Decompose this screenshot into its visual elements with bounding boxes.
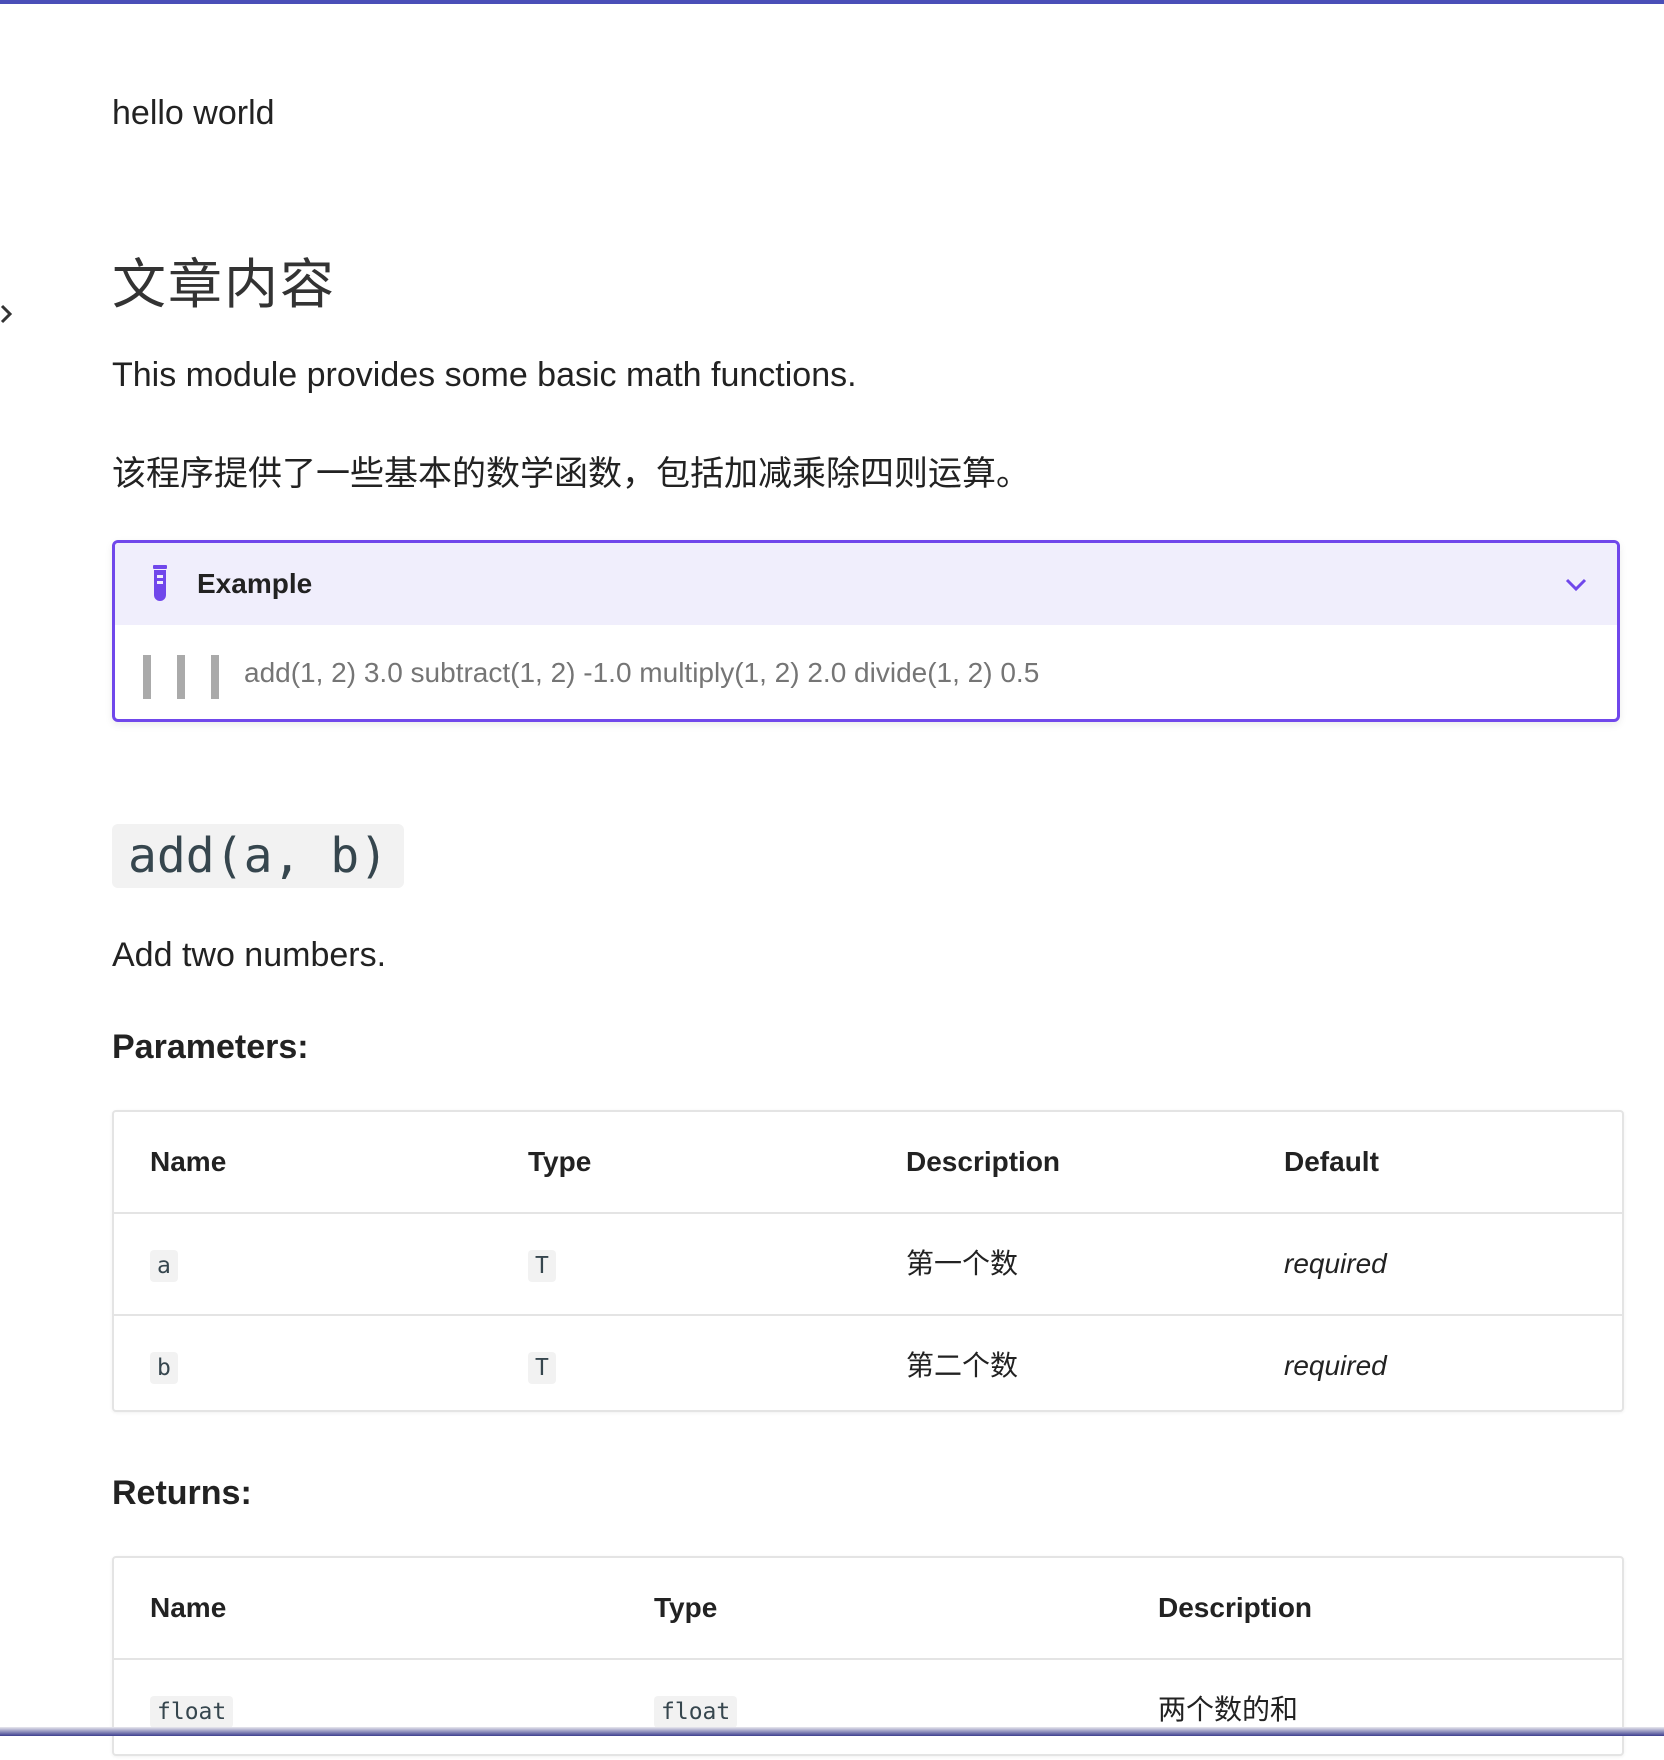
param-description: 第二个数 (906, 1349, 1019, 1382)
table-header-row: Name Type Description Default (114, 1112, 1622, 1214)
return-description: 两个数的和 (1158, 1693, 1299, 1726)
example-body: add(1, 2) 3.0 subtract(1, 2) -1.0 multip… (115, 625, 1617, 719)
table-row: b T 第二个数 required (114, 1316, 1622, 1416)
parameters-table: Name Type Description Default a T 第一个数 r… (112, 1110, 1624, 1412)
page-title: 文章内容 (112, 253, 336, 316)
module-description-en: This module provides some basic math fun… (112, 356, 857, 394)
example-admonition-header[interactable]: Example (115, 543, 1617, 625)
param-name: b (150, 1351, 178, 1384)
param-type-cell: T (528, 1214, 556, 1314)
chevron-down-icon[interactable] (1563, 571, 1589, 597)
example-admonition: Example add(1, 2) 3.0 subtract(1, 2) -1.… (112, 540, 1620, 722)
example-title: Example (197, 568, 313, 599)
column-header: Name (150, 1592, 227, 1623)
returns-heading: Returns: (112, 1474, 252, 1512)
blockquote-bar (211, 655, 219, 699)
param-type: T (528, 1249, 556, 1282)
chevron-right-icon (0, 304, 13, 324)
header-accent-bar (0, 0, 1664, 4)
parameters-heading: Parameters: (112, 1028, 309, 1066)
param-default: required (1284, 1248, 1387, 1279)
returns-table: Name Type Description float float 两个数的和 (112, 1556, 1624, 1756)
param-name: a (150, 1249, 178, 1282)
blockquote-bar (177, 655, 185, 699)
module-description-cn: 该程序提供了一些基本的数学函数，包括加减乘除四则运算。 (112, 454, 1030, 494)
table-row: a T 第一个数 required (114, 1214, 1622, 1316)
param-type: T (528, 1351, 556, 1384)
footer-accent-bar (0, 1727, 1664, 1736)
param-default: required (1284, 1350, 1387, 1381)
table-row: float float 两个数的和 (114, 1660, 1622, 1760)
column-header: Type (654, 1592, 718, 1623)
blockquote-bar (143, 655, 151, 699)
intro-text: hello world (112, 94, 275, 132)
column-header: Default (1284, 1146, 1379, 1177)
sidebar-toggle[interactable] (0, 300, 14, 328)
return-name: float (150, 1695, 234, 1728)
function-summary: Add two numbers. (112, 936, 387, 974)
column-header: Type (528, 1146, 592, 1177)
column-header: Description (906, 1146, 1061, 1177)
return-type-cell: float (654, 1660, 738, 1760)
column-header: Description (1158, 1592, 1313, 1623)
return-type: float (654, 1695, 738, 1728)
return-name-cell: float (150, 1660, 234, 1760)
param-type-cell: T (528, 1316, 556, 1416)
table-header-row: Name Type Description (114, 1558, 1622, 1660)
param-description: 第一个数 (906, 1247, 1019, 1280)
test-tube-icon (153, 565, 167, 601)
column-header: Name (150, 1146, 227, 1177)
param-name-cell: a (150, 1214, 178, 1314)
example-code-text: add(1, 2) 3.0 subtract(1, 2) -1.0 multip… (244, 657, 1040, 688)
param-name-cell: b (150, 1316, 178, 1416)
function-signature: add(a, b) (112, 824, 405, 888)
